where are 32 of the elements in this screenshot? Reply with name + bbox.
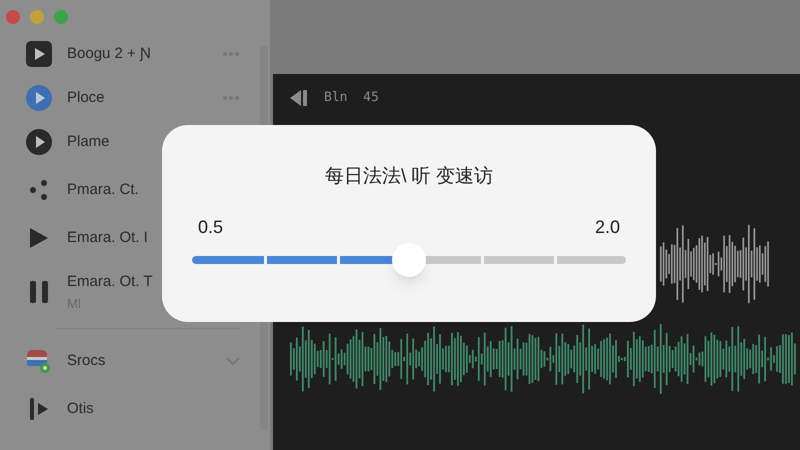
maximize-button[interactable] <box>54 10 68 24</box>
rewind-icon[interactable] <box>290 90 308 106</box>
slider-track[interactable] <box>192 256 626 264</box>
play-icon <box>26 129 52 155</box>
minimize-button[interactable] <box>30 10 44 24</box>
sidebar-group[interactable]: Otis <box>25 385 240 433</box>
group-label: Srocs <box>67 350 106 371</box>
max-speed-label: 2.0 <box>594 216 620 238</box>
badge-icon <box>26 348 52 374</box>
skip-icon <box>30 398 48 420</box>
sidebar-item[interactable]: Boogu 2 + Ɲ <box>25 32 240 76</box>
pause-icon <box>30 281 48 303</box>
item-label: Boogu 2 + Ɲ <box>67 44 151 64</box>
item-label: Ploce <box>67 88 105 108</box>
group-label: Otis <box>67 398 95 419</box>
min-speed-label: 0.5 <box>198 216 224 238</box>
dialog-title: 每日法法\ 听 变速访 <box>324 165 494 189</box>
play-icon <box>26 41 52 67</box>
dots-icon <box>30 180 48 200</box>
slider-thumb[interactable] <box>392 242 426 276</box>
sidebar-item[interactable]: Plame <box>25 120 240 164</box>
close-button[interactable] <box>6 10 20 24</box>
item-label: Emara. Ot. T <box>67 272 153 292</box>
item-label: Pmara. Ct. <box>67 180 139 200</box>
sidebar-item[interactable]: Ploce <box>25 76 240 120</box>
play-icon <box>30 228 48 248</box>
sidebar-item[interactable]: Pmara. Ct. <box>25 168 240 212</box>
item-label: Emara. Ot. I <box>67 228 148 248</box>
track-title: Bln 45 <box>324 89 379 108</box>
sidebar-group[interactable]: Srocs <box>25 337 240 385</box>
play-icon <box>26 85 52 111</box>
item-label: Plame <box>67 132 110 152</box>
